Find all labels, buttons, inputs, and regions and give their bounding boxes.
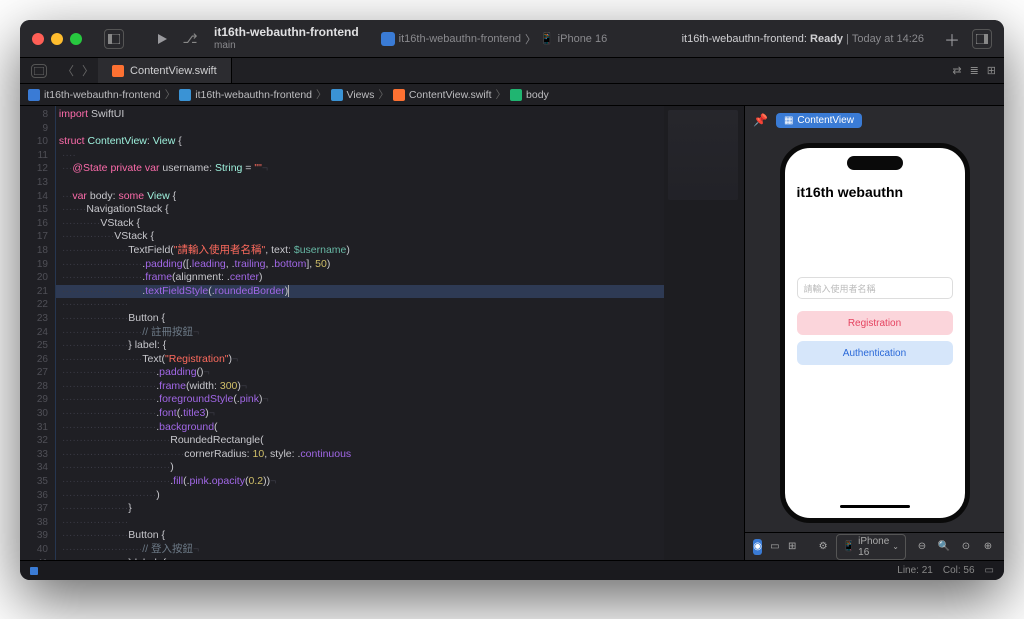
bc-project: it16th-webauthn-frontend — [44, 89, 161, 101]
bc-device: iPhone 16 — [558, 33, 608, 45]
selectable-mode-icon[interactable]: ▭ — [770, 539, 779, 555]
zoom-icon[interactable] — [70, 33, 82, 45]
related-items-icon[interactable] — [31, 64, 47, 78]
run-destination[interactable]: it16th-webauthn-frontend 〉 📱 iPhone 16 — [381, 31, 608, 47]
add-icon[interactable]: ＋ — [942, 29, 962, 49]
editor-options: ⇄ ≣ ⊞ — [952, 64, 1004, 77]
scheme-selector[interactable]: it16th-webauthn-frontend main — [214, 26, 359, 50]
preview-chip-label: ContentView — [797, 115, 854, 126]
back-button[interactable]: 〈 — [58, 62, 78, 79]
cursor-line: Line: 21 — [897, 565, 933, 576]
editor-split-icon[interactable]: ⊞ — [987, 64, 996, 77]
main-area: 8910111213141516171819202122232425262728… — [20, 106, 1004, 560]
zoom-fit-icon[interactable]: ⊙ — [958, 539, 974, 555]
scheme-name: it16th-webauthn-frontend — [214, 26, 359, 39]
minimap[interactable] — [664, 106, 744, 560]
device-picker[interactable]: 📱iPhone 16⌄ — [836, 534, 906, 560]
zoom-out-icon[interactable]: ⊖ — [914, 539, 930, 555]
titlebar: ⎇ it16th-webauthn-frontend main it16th-w… — [20, 20, 1004, 58]
authentication-button[interactable]: Authentication — [797, 341, 953, 365]
preview-chip-icon: ▦ — [784, 115, 793, 126]
project-icon — [28, 89, 40, 101]
xcode-window: ⎇ it16th-webauthn-frontend main it16th-w… — [20, 20, 1004, 580]
run-button[interactable] — [152, 29, 172, 49]
device-frame: it16th webauthn 請輸入使用者名稱 Registration Au… — [780, 143, 970, 523]
username-field[interactable]: 請輸入使用者名稱 — [797, 277, 953, 299]
minimize-icon[interactable] — [51, 33, 63, 45]
bc-symbol: body — [526, 89, 549, 101]
property-icon — [510, 89, 522, 101]
bc-folder: Views — [347, 89, 375, 101]
notch — [847, 156, 903, 170]
source-editor[interactable]: import SwiftUI struct ContentView: View … — [56, 106, 664, 560]
sidebar-toggle-icon[interactable] — [104, 29, 124, 49]
adjust-editor-icon[interactable]: ⇄ — [952, 64, 961, 77]
branch-icon[interactable]: ⎇ — [180, 29, 200, 49]
forward-button[interactable]: 〉 — [78, 62, 98, 79]
tab-bar: 〈 〉 ContentView.swift ⇄ ≣ ⊞ — [20, 58, 1004, 84]
preview-canvas[interactable]: it16th webauthn 請輸入使用者名稱 Registration Au… — [745, 134, 1004, 532]
cursor-col: Col: 56 — [943, 565, 975, 576]
app-icon — [381, 32, 395, 46]
library-icon[interactable] — [972, 29, 992, 49]
scheme-branch: main — [214, 40, 359, 51]
zoom-in-icon[interactable]: ⊕ — [980, 539, 996, 555]
line-gutter: 8910111213141516171819202122232425262728… — [20, 106, 56, 560]
preview-toolbar: ◉ ▭ ⊞ ⚙ 📱iPhone 16⌄ ⊖ 🔍 ⊙ ⊕ — [745, 532, 1004, 560]
traffic-lights — [32, 33, 82, 45]
minimap-viewport — [668, 110, 738, 200]
tab-contentview[interactable]: ContentView.swift — [98, 58, 232, 83]
status-indicator-icon — [30, 567, 38, 575]
bc-file: ContentView.swift — [409, 89, 492, 101]
tab-label: ContentView.swift — [130, 65, 217, 77]
variants-icon[interactable]: ⊞ — [788, 539, 797, 555]
device-settings-icon[interactable]: ⚙ — [819, 539, 828, 555]
pin-icon[interactable]: 📌 — [753, 113, 768, 127]
bc-app: it16th-webauthn-frontend — [399, 33, 521, 45]
folder-icon — [179, 89, 191, 101]
editor-layout-icon[interactable]: ≣ — [970, 64, 979, 77]
swift-file-icon — [112, 65, 124, 77]
close-icon[interactable] — [32, 33, 44, 45]
live-mode-icon[interactable]: ◉ — [753, 539, 762, 555]
device-label: iPhone 16 — [858, 536, 889, 558]
preview-pane: 📌 ▦ ContentView it16th webauthn 請輸入使用者名稱… — [744, 106, 1004, 560]
bc-target: it16th-webauthn-frontend — [195, 89, 312, 101]
preview-header: 📌 ▦ ContentView — [745, 106, 1004, 134]
activity-status: it16th-webauthn-frontend: Ready | Today … — [682, 33, 924, 45]
swift-file-icon — [393, 89, 405, 101]
app-heading: it16th webauthn — [797, 184, 953, 200]
editor-pane: 8910111213141516171819202122232425262728… — [20, 106, 744, 560]
zoom-actual-icon[interactable]: 🔍 — [936, 539, 952, 555]
status-bar: Line: 21 Col: 56 ▭ — [20, 560, 1004, 580]
preview-selector[interactable]: ▦ ContentView — [776, 113, 862, 128]
debug-area-toggle-icon[interactable]: ▭ — [985, 565, 994, 576]
home-indicator — [840, 505, 910, 508]
folder-icon — [331, 89, 343, 101]
registration-button[interactable]: Registration — [797, 311, 953, 335]
jump-bar[interactable]: it16th-webauthn-frontend 〉 it16th-webaut… — [20, 84, 1004, 106]
